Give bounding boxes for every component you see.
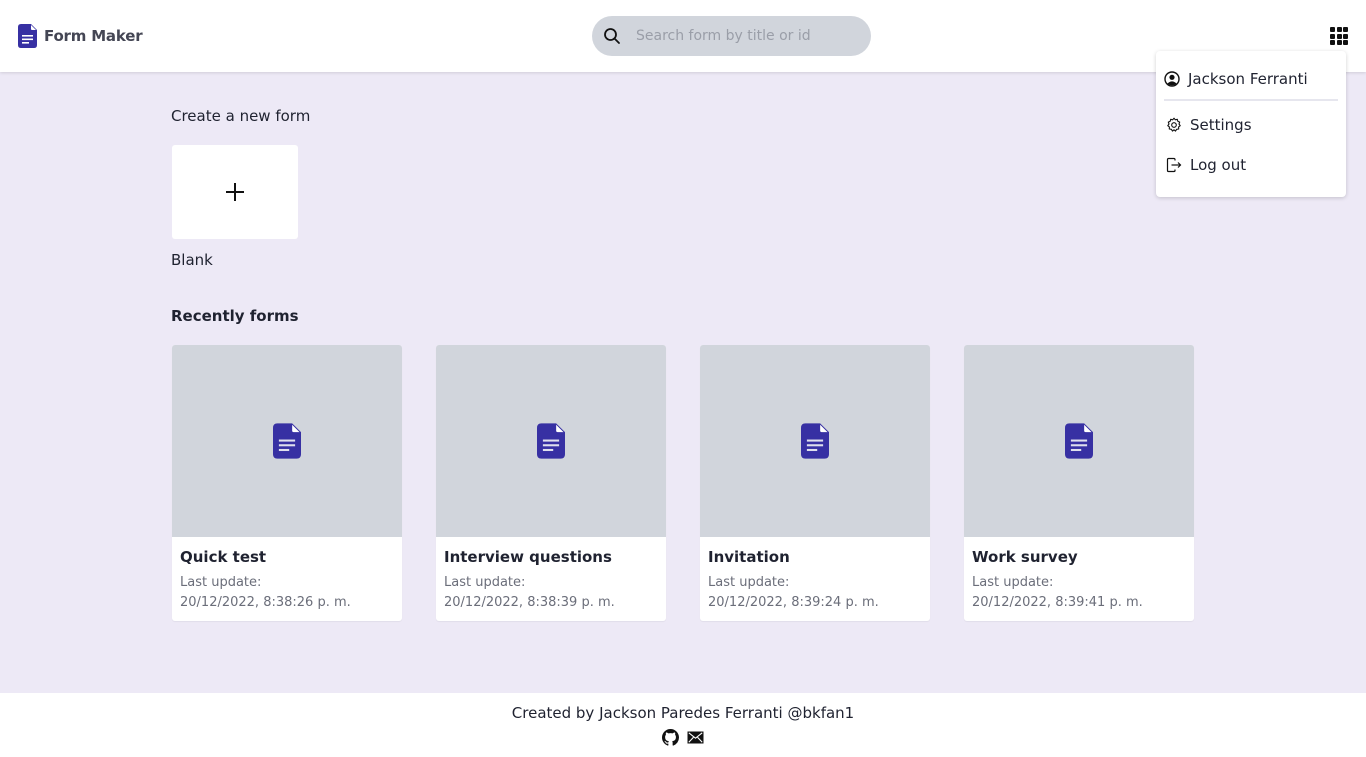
- grid-dot: [1330, 33, 1335, 39]
- form-document-icon: [273, 423, 301, 459]
- form-title: Work survey: [972, 548, 1078, 566]
- form-updated-label: Last update:: [708, 575, 790, 590]
- menu-item-settings[interactable]: Settings: [1166, 116, 1252, 134]
- form-title: Interview questions: [444, 548, 612, 566]
- mail-icon: [687, 731, 704, 744]
- menu-item-label: Settings: [1190, 116, 1252, 134]
- grid-dot: [1336, 27, 1342, 32]
- form-card[interactable]: Work survey Last update: 20/12/2022, 8:3…: [964, 345, 1194, 621]
- form-updated-label: Last update:: [180, 575, 262, 590]
- menu-user-profile[interactable]: Jackson Ferranti: [1164, 70, 1308, 88]
- page-footer: Created by Jackson Paredes Ferranti @bkf…: [0, 693, 1366, 757]
- menu-item-label: Log out: [1190, 156, 1247, 174]
- form-card[interactable]: Invitation Last update: 20/12/2022, 8:39…: [700, 345, 930, 621]
- mail-link[interactable]: [687, 729, 704, 746]
- menu-divider: [1164, 99, 1338, 101]
- form-thumbnail: [964, 345, 1194, 537]
- search-bar: [592, 16, 871, 56]
- form-updated-at: 20/12/2022, 8:38:39 p. m.: [444, 595, 615, 610]
- search-icon: [604, 28, 620, 44]
- form-card[interactable]: Quick test Last update: 20/12/2022, 8:38…: [172, 345, 402, 621]
- grid-dot: [1343, 40, 1348, 45]
- create-blank-form-button[interactable]: [172, 145, 298, 239]
- menu-item-logout[interactable]: Log out: [1166, 156, 1246, 174]
- recent-section-title: Recently forms: [171, 307, 299, 325]
- gear-icon: [1167, 117, 1181, 132]
- github-link[interactable]: [662, 729, 679, 746]
- search-input[interactable]: [636, 16, 861, 56]
- form-thumbnail: [436, 345, 666, 537]
- form-document-icon: [537, 423, 565, 459]
- grid-dot: [1336, 40, 1342, 45]
- logout-icon: [1166, 157, 1182, 173]
- form-document-icon: [801, 423, 829, 459]
- form-document-icon: [1065, 423, 1093, 459]
- grid-dot: [1336, 33, 1342, 39]
- form-updated-label: Last update:: [444, 575, 526, 590]
- github-icon: [662, 729, 679, 746]
- form-title: Invitation: [708, 548, 790, 566]
- footer-links: [662, 729, 704, 746]
- grid-dot: [1330, 40, 1335, 45]
- form-thumbnail: [172, 345, 402, 537]
- grid-dot: [1343, 27, 1348, 32]
- form-card[interactable]: Interview questions Last update: 20/12/2…: [436, 345, 666, 621]
- brand-logo-link[interactable]: Form Maker: [18, 24, 143, 48]
- form-thumbnail: [700, 345, 930, 537]
- form-updated-at: 20/12/2022, 8:38:26 p. m.: [180, 595, 351, 610]
- user-dropdown-menu: Jackson Ferranti Settings Log out: [1156, 51, 1346, 197]
- form-document-icon: [18, 24, 37, 48]
- form-updated-at: 20/12/2022, 8:39:41 p. m.: [972, 595, 1143, 610]
- apps-grid-button[interactable]: [1330, 27, 1349, 46]
- create-section-title: Create a new form: [171, 107, 311, 125]
- grid-dot: [1330, 27, 1335, 32]
- blank-label: Blank: [171, 251, 213, 269]
- grid-dot: [1343, 33, 1348, 39]
- footer-credit: Created by Jackson Paredes Ferranti @bkf…: [511, 704, 855, 722]
- plus-icon: [226, 183, 244, 201]
- form-updated-label: Last update:: [972, 575, 1054, 590]
- form-updated-at: 20/12/2022, 8:39:24 p. m.: [708, 595, 879, 610]
- menu-user-name: Jackson Ferranti: [1188, 70, 1308, 88]
- user-circle-icon: [1164, 71, 1180, 87]
- brand-name: Form Maker: [44, 27, 143, 45]
- form-title: Quick test: [180, 548, 267, 566]
